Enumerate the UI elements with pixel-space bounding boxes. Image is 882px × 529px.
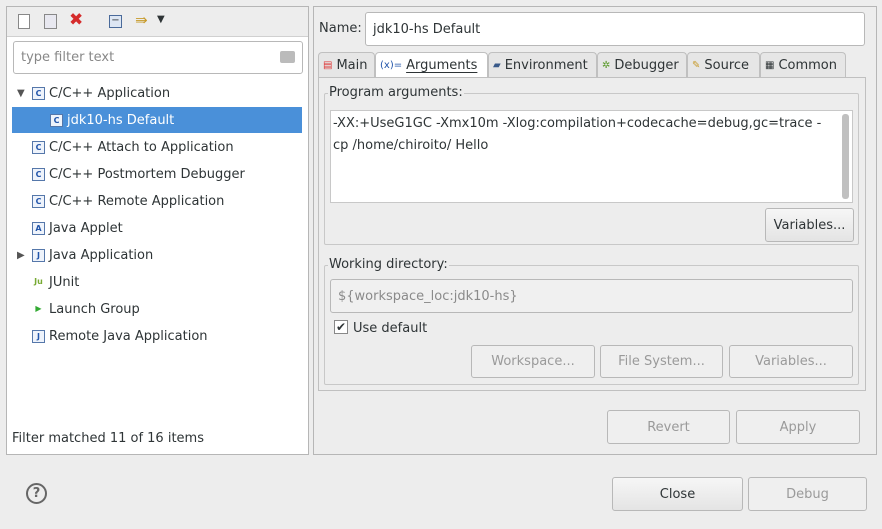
tree-item[interactable]: Cjdk10-hs Default	[12, 107, 302, 133]
tab-debugger[interactable]: ✲ Debugger	[597, 52, 687, 77]
tree-item[interactable]: Ju JUnit	[12, 269, 302, 295]
apply-button[interactable]: Apply	[736, 410, 860, 444]
environment-tab-icon: ▰	[493, 59, 501, 71]
tab-label: Common	[778, 57, 838, 73]
program-arguments-textarea[interactable]: -XX:+UseG1GC -Xmx10m -Xlog:compilation+c…	[330, 110, 853, 203]
program-variables-button[interactable]: Variables...	[765, 208, 854, 242]
clear-filter-icon[interactable]	[280, 51, 295, 63]
program-arguments-value: -XX:+UseG1GC -Xmx10m -Xlog:compilation+c…	[333, 116, 822, 153]
working-directory-input[interactable]: ${workspace_loc:jdk10-hs}	[330, 279, 853, 313]
filter-placeholder: type filter text	[21, 50, 115, 65]
use-default-label: Use default	[353, 321, 428, 336]
tab-label: Environment	[504, 57, 588, 73]
filter-input[interactable]: type filter text	[13, 41, 303, 74]
tab-source[interactable]: ✎ Source	[687, 52, 760, 77]
launch-type-icon: J	[32, 329, 45, 343]
tab-label: Arguments	[406, 58, 478, 73]
tab-main[interactable]: ▤ Main	[318, 52, 375, 77]
filter-icon[interactable]: ⇛	[135, 11, 148, 29]
launch-type-icon: Ju	[34, 276, 43, 286]
launch-type-icon: A	[32, 221, 45, 235]
tab-arguments[interactable]: (x)= Arguments	[375, 52, 488, 78]
launch-type-icon: ▶	[35, 303, 42, 313]
dropdown-icon[interactable]: ▼	[157, 14, 165, 25]
filter-status: Filter matched 11 of 16 items	[12, 431, 204, 446]
name-input[interactable]: jdk10-hs Default	[365, 12, 865, 46]
close-button[interactable]: Close	[612, 477, 743, 511]
tab-common[interactable]: ▦ Common	[760, 52, 846, 77]
launch-type-icon: C	[32, 194, 45, 208]
scrollbar[interactable]	[842, 114, 849, 199]
main-tab-icon: ▤	[323, 59, 333, 71]
tree-item-label: C/C++ Remote Application	[49, 193, 225, 209]
launch-type-icon: C	[32, 167, 45, 181]
duplicate-icon[interactable]	[44, 14, 57, 29]
toolbar: ✖ − ⇛ ▼	[7, 7, 308, 37]
tab-environment[interactable]: ▰ Environment	[488, 52, 597, 77]
expanded-arrow-icon[interactable]: ▼	[17, 88, 25, 99]
workspace-button[interactable]: Workspace...	[471, 345, 595, 378]
arguments-tab-icon: (x)=	[380, 60, 403, 71]
help-icon[interactable]: ?	[26, 483, 47, 504]
tree-item[interactable]: ▶ Launch Group	[12, 296, 302, 322]
tree-item-label: Launch Group	[49, 301, 140, 317]
new-config-icon[interactable]	[18, 14, 30, 29]
tree-item[interactable]: A Java Applet	[12, 215, 302, 241]
tree-item[interactable]: J Remote Java Application	[12, 323, 302, 349]
launch-type-icon: C	[50, 113, 63, 127]
tree-item-label: C/C++ Application	[49, 85, 171, 101]
common-tab-icon: ▦	[765, 59, 775, 71]
launch-type-icon: C	[32, 86, 45, 100]
collapsed-arrow-icon[interactable]: ▶	[17, 250, 25, 261]
file-system-button[interactable]: File System...	[600, 345, 723, 378]
tree-item[interactable]: ▶ J Java Application	[12, 242, 302, 268]
tree-item-label: C/C++ Attach to Application	[49, 139, 234, 155]
name-label: Name:	[319, 21, 362, 36]
use-default-checkbox[interactable]: ✔	[334, 320, 348, 334]
launch-type-icon: J	[32, 248, 45, 262]
tree-item-label: Remote Java Application	[49, 328, 208, 344]
name-value: jdk10-hs Default	[373, 21, 481, 37]
source-tab-icon: ✎	[692, 59, 701, 71]
tree-item-label: C/C++ Postmortem Debugger	[49, 166, 245, 182]
tree-item[interactable]: C C/C++ Remote Application	[12, 188, 302, 214]
debug-button[interactable]: Debug	[748, 477, 867, 511]
collapse-all-icon[interactable]: −	[109, 15, 122, 28]
working-directory-label: Working directory:	[328, 257, 449, 272]
working-variables-button[interactable]: Variables...	[729, 345, 853, 378]
tree-item-label: Java Application	[49, 247, 154, 263]
tree-item[interactable]: C C/C++ Postmortem Debugger	[12, 161, 302, 187]
tab-label: Debugger	[614, 57, 679, 73]
tab-label: Source	[704, 57, 750, 73]
program-arguments-label: Program arguments:	[328, 85, 464, 100]
tree-item-label: JUnit	[49, 274, 80, 290]
tree-item[interactable]: C C/C++ Attach to Application	[12, 134, 302, 160]
revert-button[interactable]: Revert	[607, 410, 730, 444]
tree-item-label: jdk10-hs Default	[67, 112, 175, 128]
tree-item[interactable]: ▼ C C/C++ Application	[12, 80, 302, 106]
working-directory-value: ${workspace_loc:jdk10-hs}	[338, 288, 518, 304]
launch-type-icon: C	[32, 140, 45, 154]
delete-icon[interactable]: ✖	[69, 10, 83, 30]
bug-icon: ✲	[602, 59, 611, 71]
tree-item-label: Java Applet	[49, 220, 123, 236]
tab-label: Main	[336, 57, 368, 73]
